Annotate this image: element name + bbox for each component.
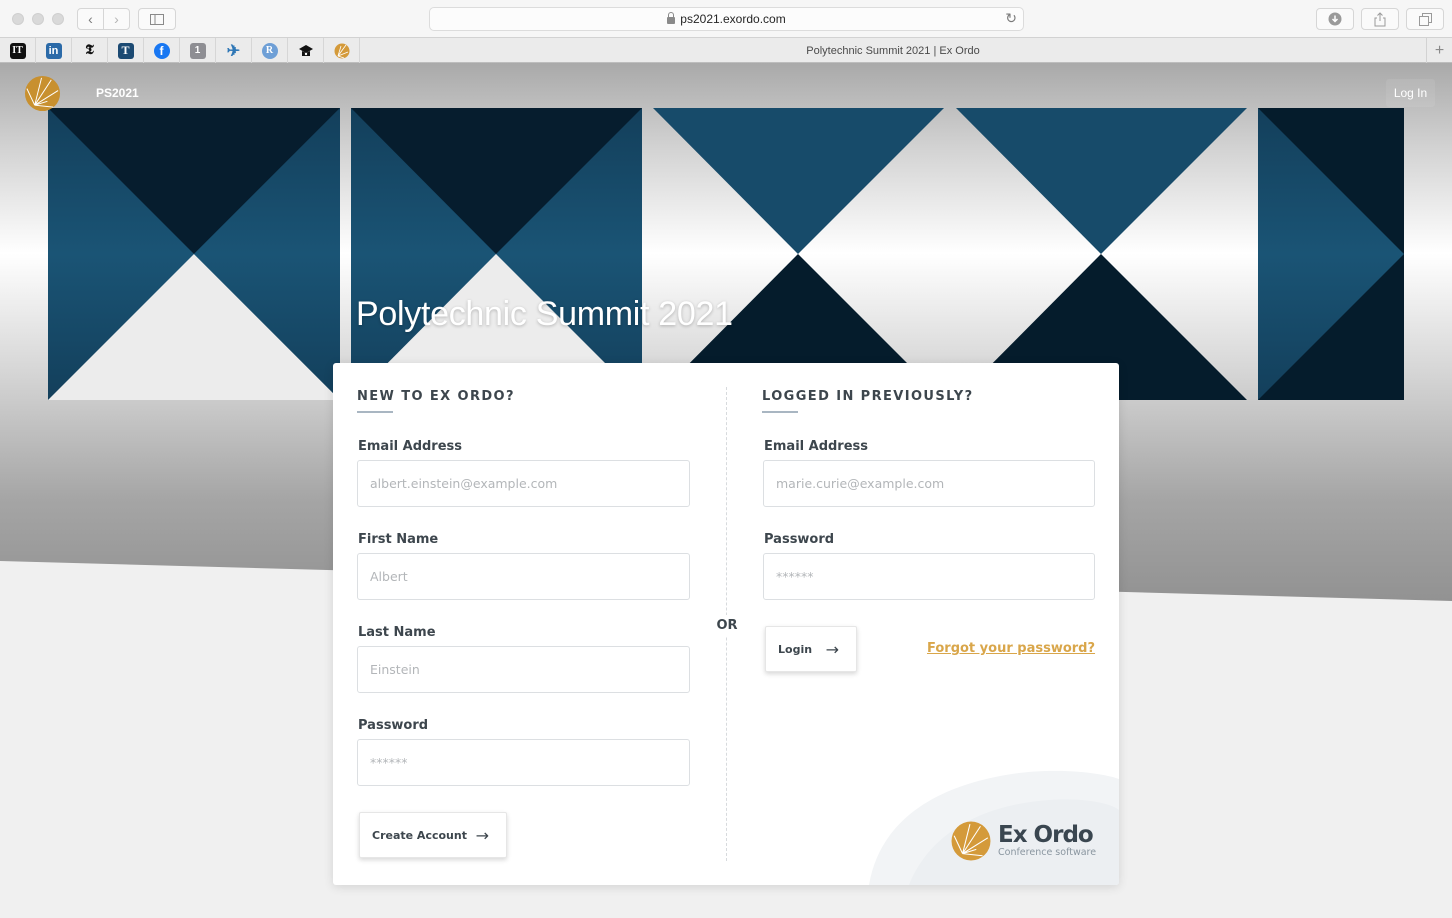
url-text: ps2021.exordo.com xyxy=(680,12,786,26)
first-name-label: First Name xyxy=(358,532,439,547)
t-icon: T xyxy=(117,42,134,59)
hero-panel xyxy=(48,108,340,400)
heading-underline xyxy=(762,411,798,413)
favorite-it[interactable]: IT xyxy=(0,38,36,63)
linkedin-icon: in xyxy=(45,42,62,59)
exordo-icon xyxy=(334,43,349,58)
nytimes-icon: 𝕿 xyxy=(85,42,94,58)
signup-password-input[interactable] xyxy=(357,739,690,786)
login-heading: LOGGED IN PREVIOUSLY? xyxy=(762,389,974,404)
favorites-bar: IT in 𝕿 T f 1 ✈ R Polytechnic Summit 202… xyxy=(0,37,1452,63)
plus-icon: + xyxy=(1434,41,1445,59)
favorite-onepassword[interactable]: 1 xyxy=(180,38,216,63)
favorite-graduation[interactable] xyxy=(288,38,324,63)
arrow-right-icon: → xyxy=(825,639,839,659)
graduation-cap-icon xyxy=(298,44,313,56)
last-name-label: Last Name xyxy=(358,625,436,640)
hero-panel xyxy=(653,108,944,400)
or-label: OR xyxy=(707,615,747,637)
forward-button[interactable]: › xyxy=(103,8,130,30)
sidebar-icon xyxy=(150,13,164,25)
login-button[interactable]: Login → xyxy=(765,626,857,672)
chevron-right-icon: › xyxy=(114,11,119,27)
favorite-linkedin[interactable]: in xyxy=(36,38,72,63)
sidebar-toggle-button[interactable] xyxy=(138,8,176,30)
signup-password-label: Password xyxy=(358,718,429,733)
hero-panel xyxy=(1258,108,1404,400)
share-button[interactable] xyxy=(1361,8,1399,30)
login-password-input[interactable] xyxy=(763,553,1095,600)
create-account-button[interactable]: Create Account → xyxy=(359,812,507,858)
arrow-right-icon: → xyxy=(475,825,489,845)
tabs-overview-button[interactable] xyxy=(1406,8,1444,30)
hero-panel xyxy=(351,108,642,400)
site-logo-icon[interactable] xyxy=(24,75,61,112)
favorite-facebook[interactable]: f xyxy=(144,38,180,63)
airplane-icon: ✈ xyxy=(226,42,241,60)
r-icon: R xyxy=(261,42,278,59)
create-account-label: Create Account xyxy=(372,828,467,842)
lock-icon xyxy=(667,11,676,24)
tab-title[interactable]: Polytechnic Summit 2021 | Ex Ordo xyxy=(360,38,1426,63)
page-viewport: PS2021 Log In Polytechnic Summit 2021 NE… xyxy=(0,63,1452,918)
login-nav-link[interactable]: Log In xyxy=(1386,79,1435,107)
signup-email-label: Email Address xyxy=(358,439,463,454)
heading-underline xyxy=(357,411,393,413)
login-email-label: Email Address xyxy=(764,439,869,454)
brand-name: Ex Ordo xyxy=(998,822,1094,848)
share-icon xyxy=(1374,11,1386,26)
favorite-flight[interactable]: ✈ xyxy=(216,38,252,63)
favorite-nytimes[interactable]: 𝕿 xyxy=(72,38,108,63)
signup-heading: NEW TO EX ORDO? xyxy=(357,389,515,404)
back-button[interactable]: ‹ xyxy=(77,8,104,30)
browser-titlebar: ‹ › ps2021.exordo.com ↻ xyxy=(0,0,1452,37)
downloads-button[interactable] xyxy=(1316,8,1354,30)
auth-card: NEW TO EX ORDO? Email Address First Name… xyxy=(333,363,1119,885)
favorite-t[interactable]: T xyxy=(108,38,144,63)
first-name-input[interactable] xyxy=(357,553,690,600)
forgot-password-link[interactable]: Forgot your password? xyxy=(927,641,1095,656)
favorite-exordo[interactable] xyxy=(324,38,360,63)
brand-tagline: Conference software xyxy=(998,847,1097,858)
window-close-button[interactable] xyxy=(12,13,24,25)
window-zoom-button[interactable] xyxy=(52,13,64,25)
download-icon xyxy=(1328,12,1342,26)
hero-panel xyxy=(956,108,1247,400)
window-minimize-button[interactable] xyxy=(32,13,44,25)
tabs-icon xyxy=(1418,12,1432,26)
exordo-logo-icon xyxy=(951,821,991,861)
exordo-brand: Ex Ordo Conference software xyxy=(951,821,1096,861)
new-tab-button[interactable]: + xyxy=(1426,38,1452,63)
chevron-left-icon: ‹ xyxy=(88,11,93,27)
onepassword-icon: 1 xyxy=(189,42,206,59)
hero-pattern xyxy=(48,108,1404,400)
login-password-label: Password xyxy=(764,532,835,547)
site-name[interactable]: PS2021 xyxy=(96,86,139,100)
facebook-icon: f xyxy=(153,42,170,59)
login-email-input[interactable] xyxy=(763,460,1095,507)
last-name-input[interactable] xyxy=(357,646,690,693)
login-button-label: Login xyxy=(778,642,813,656)
address-bar[interactable]: ps2021.exordo.com ↻ xyxy=(429,7,1024,31)
hero-title: Polytechnic Summit 2021 xyxy=(356,295,733,333)
signup-email-input[interactable] xyxy=(357,460,690,507)
it-icon: IT xyxy=(9,42,26,59)
favorite-r[interactable]: R xyxy=(252,38,288,63)
reload-icon[interactable]: ↻ xyxy=(1005,10,1017,27)
